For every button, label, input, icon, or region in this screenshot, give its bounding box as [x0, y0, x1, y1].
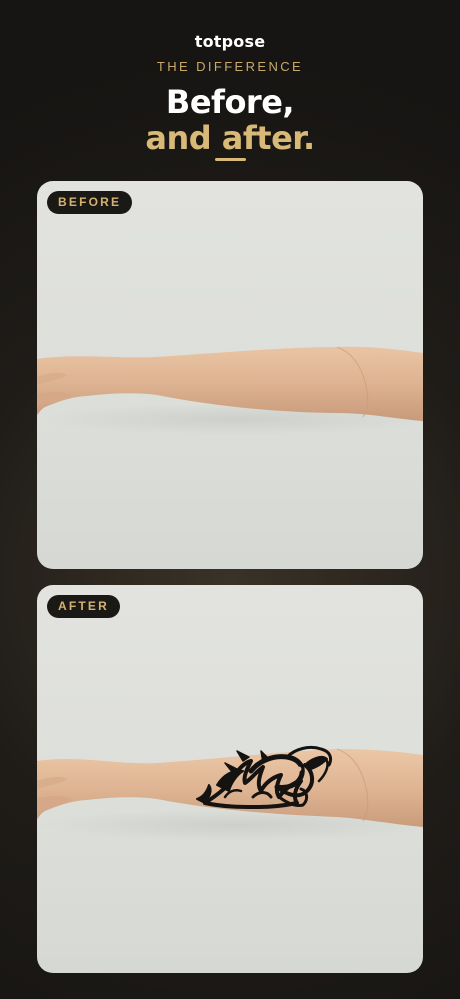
title-underline-accent	[215, 158, 246, 161]
before-image-card: BEFORE	[37, 181, 423, 569]
before-badge: BEFORE	[47, 191, 133, 214]
page-title: Before, and after.	[0, 84, 460, 156]
after-image-card: AFTER	[37, 585, 423, 973]
forearm-with-dragon-tattoo-image	[37, 745, 423, 841]
brand-logo: totpose	[194, 32, 266, 51]
section-eyebrow: THE DIFFERENCE	[156, 59, 304, 74]
title-line-2: and after.	[145, 119, 315, 157]
title-line-1: Before,	[165, 83, 295, 121]
bare-forearm-image	[37, 346, 423, 435]
after-badge: AFTER	[47, 595, 120, 618]
